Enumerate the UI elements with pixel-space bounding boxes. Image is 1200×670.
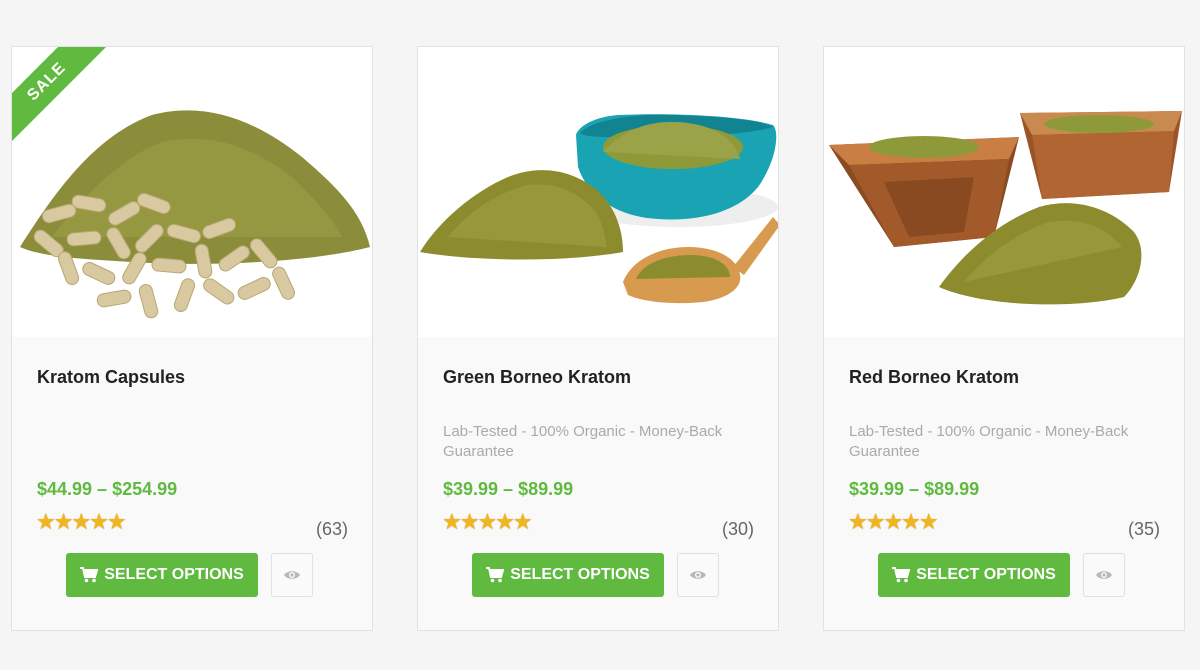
select-options-button[interactable]: SELECT OPTIONS [472,553,664,597]
eye-icon [283,569,301,581]
star-rating: ★★★★★ [848,509,939,534]
star-rating: ★★★★★ [442,509,533,534]
select-options-button[interactable]: SELECT OPTIONS [66,553,258,597]
select-options-label: SELECT OPTIONS [510,566,650,583]
eye-icon [1095,569,1113,581]
sale-badge-label: SALE [12,47,113,148]
sale-badge: SALE [12,47,122,157]
cart-icon [80,567,99,583]
product-title[interactable]: Red Borneo Kratom [849,367,1019,388]
review-count[interactable]: (35) [1128,519,1160,540]
product-description: Lab-Tested - 100% Organic - Money-Back G… [443,423,723,460]
review-count[interactable]: (30) [722,519,754,540]
select-options-button[interactable]: SELECT OPTIONS [878,553,1070,597]
product-description: Lab-Tested - 100% Organic - Money-Back G… [849,423,1129,460]
product-price: $44.99 – $254.99 [37,479,178,499]
cart-icon [486,567,505,583]
product-card: Green Borneo Kratom Lab-Tested - 100% Or… [417,46,779,631]
product-image[interactable] [824,47,1184,337]
product-card: Red Borneo Kratom Lab-Tested - 100% Orga… [823,46,1185,631]
product-title[interactable]: Green Borneo Kratom [443,367,631,388]
select-options-label: SELECT OPTIONS [104,566,244,583]
quick-view-button[interactable] [1083,553,1125,597]
product-price: $39.99 – $89.99 [849,479,980,499]
select-options-label: SELECT OPTIONS [916,566,1056,583]
product-title[interactable]: Kratom Capsules [37,367,185,388]
star-rating: ★★★★★ [36,509,127,534]
cart-icon [892,567,911,583]
quick-view-button[interactable] [677,553,719,597]
product-image[interactable] [418,47,778,337]
eye-icon [689,569,707,581]
product-card: SALE Kratom Capsules $44.99 – $254.99 ★★… [11,46,373,631]
review-count[interactable]: (63) [316,519,348,540]
quick-view-button[interactable] [271,553,313,597]
product-price: $39.99 – $89.99 [443,479,574,499]
